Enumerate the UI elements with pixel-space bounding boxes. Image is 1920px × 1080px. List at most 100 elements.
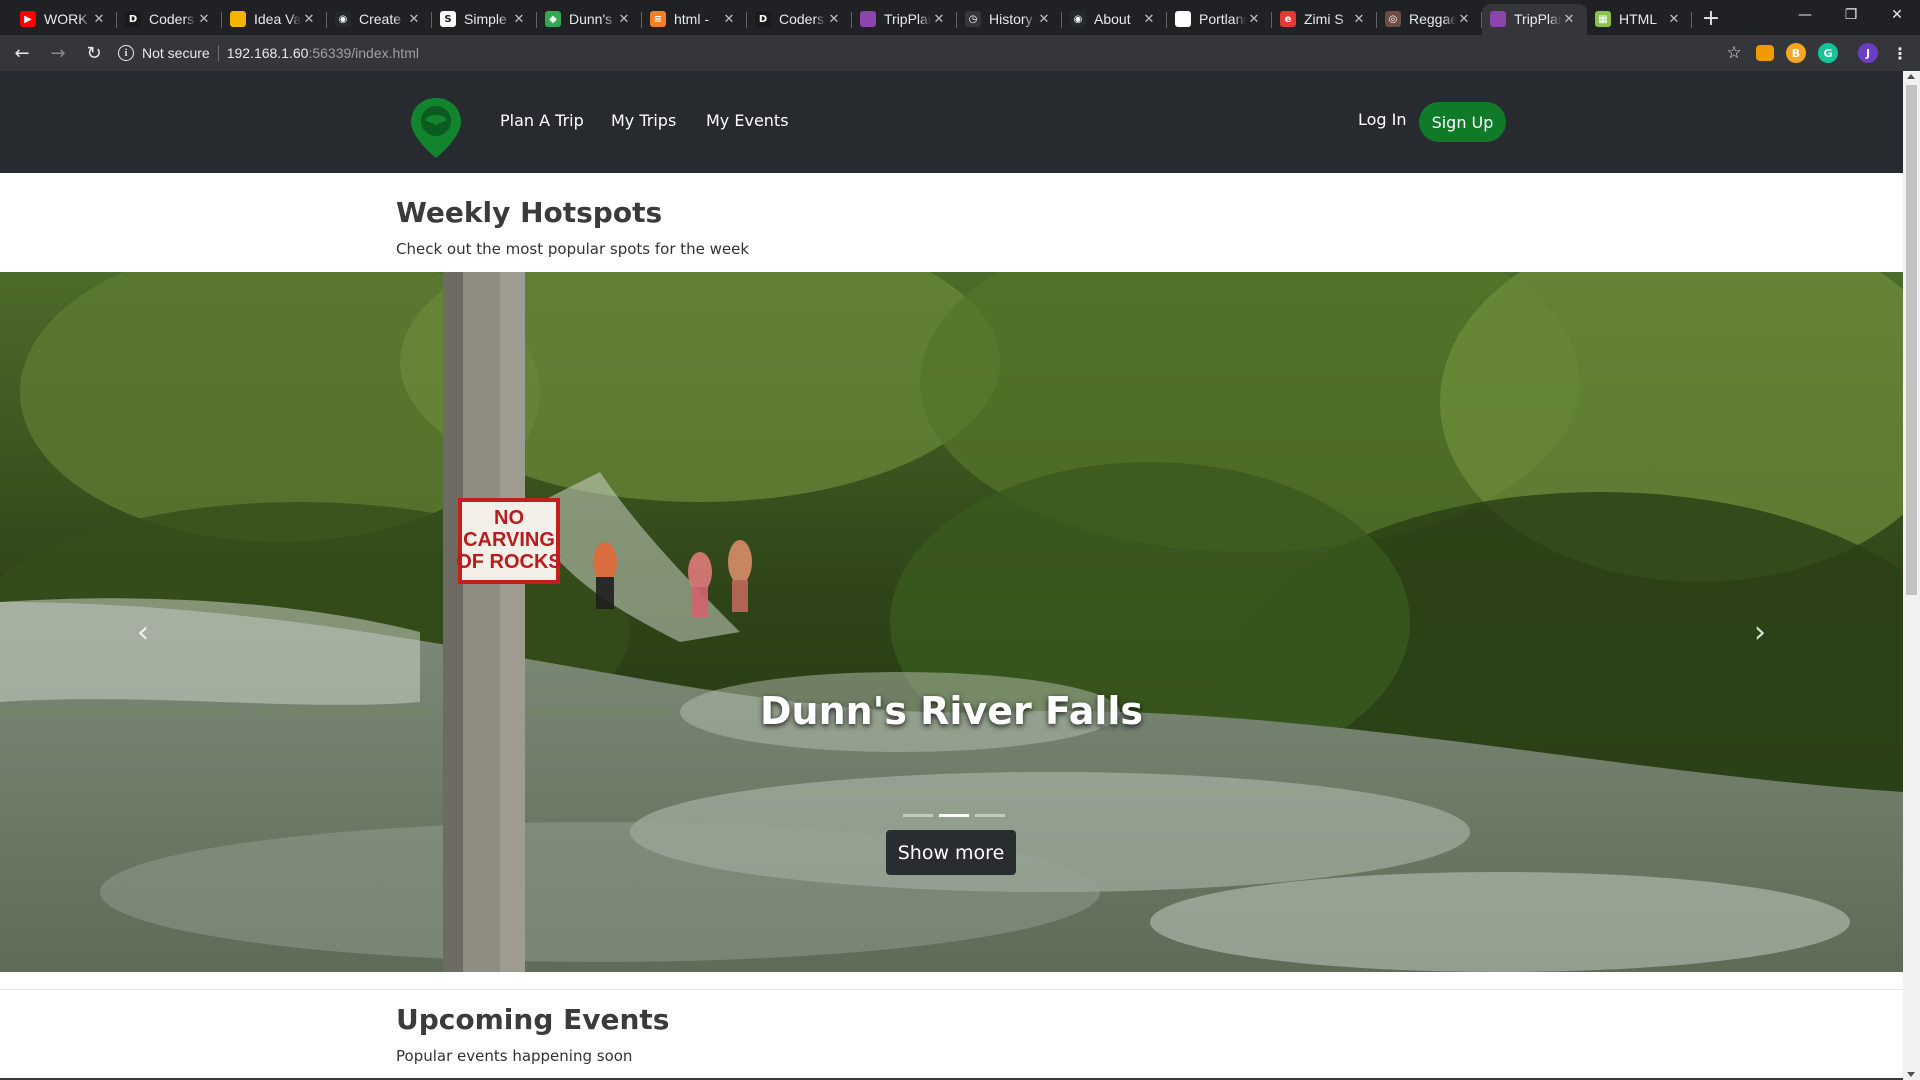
page-scrollbar[interactable]	[1903, 71, 1920, 1080]
extension-shopping-icon[interactable]	[1756, 45, 1774, 61]
browser-tab[interactable]: ◷ History ✕	[957, 4, 1062, 35]
browser-tab[interactable]: ≡ html - ✕	[642, 4, 747, 35]
tab-title: Portland	[1199, 11, 1246, 27]
sheet-icon: ▦	[1595, 11, 1611, 27]
tab-close-icon[interactable]: ✕	[931, 11, 947, 27]
tab-title: Dunn's	[569, 11, 613, 27]
nav-my-events[interactable]: My Events	[706, 111, 789, 130]
scroll-up-icon[interactable]	[1907, 74, 1915, 79]
carousel-next-icon[interactable]: ›	[1745, 612, 1775, 652]
tab-title: Reggae	[1409, 11, 1456, 27]
tab-close-icon[interactable]: ✕	[1666, 11, 1682, 27]
minimize-icon[interactable]: —	[1782, 0, 1828, 30]
tab-close-icon[interactable]: ✕	[196, 11, 212, 27]
tab-close-icon[interactable]: ✕	[91, 11, 107, 27]
browser-tab[interactable]: e Zimi S ✕	[1272, 4, 1377, 35]
hotspots-subtitle: Check out the most popular spots for the…	[396, 240, 750, 258]
nav-my-trips[interactable]: My Trips	[611, 111, 676, 130]
carousel-indicator[interactable]	[903, 814, 933, 817]
tab-title: Coders	[149, 11, 195, 27]
tab-title: Zimi S	[1304, 11, 1344, 27]
tab-close-icon[interactable]: ✕	[1246, 11, 1262, 27]
new-tab-icon[interactable]: +	[1696, 4, 1726, 34]
window-controls: — ❐ ✕	[1782, 0, 1920, 30]
browser-tab[interactable]: TripPlanner✕	[852, 4, 957, 35]
tab-close-icon[interactable]: ✕	[511, 11, 527, 27]
tab-close-icon[interactable]: ✕	[826, 11, 842, 27]
forward-arrow-icon[interactable]: →	[44, 39, 72, 67]
tab-close-icon[interactable]: ✕	[1561, 11, 1577, 27]
browser-tab-strip: ▶WORK✕DCoders✕Idea Vault✕◉Create✕SSimple…	[0, 0, 1920, 35]
bookmark-star-icon[interactable]: ☆	[1724, 43, 1744, 63]
tab-close-icon[interactable]: ✕	[721, 11, 737, 27]
reggae-icon: ◎	[1385, 11, 1401, 27]
no-carving-sign: NO CARVING OF ROCKS	[456, 498, 562, 584]
carousel-prev-icon[interactable]: ‹	[128, 612, 158, 652]
security-label: Not secure	[142, 45, 210, 61]
browser-tab[interactable]: ◆ Dunn's ✕	[537, 4, 642, 35]
url-host: 192.168.1.60	[226, 45, 309, 61]
browser-tab[interactable]: ◉ About ✕	[1062, 4, 1167, 35]
restore-icon[interactable]: ❐	[1828, 0, 1874, 30]
page-viewport: Plan A Trip My Trips My Events Log In Si…	[0, 71, 1903, 1080]
tab-close-icon[interactable]: ✕	[406, 11, 422, 27]
tab-close-icon[interactable]: ✕	[1141, 11, 1157, 27]
maps-icon: ◆	[545, 11, 561, 27]
browser-tab[interactable]: ▶ WORK ✕	[12, 4, 117, 35]
section-divider	[0, 989, 1903, 990]
address-bar[interactable]: i Not secure 192.168.1.60:56339/index.ht…	[118, 39, 1712, 67]
browser-tab[interactable]: S Simple ✕	[432, 4, 537, 35]
tab-title: Create	[359, 11, 402, 27]
profile-avatar-icon[interactable]: J	[1858, 43, 1878, 63]
tab-title: WORK	[44, 11, 88, 27]
tab-close-icon[interactable]: ✕	[1456, 11, 1472, 27]
github-icon: ◉	[1070, 11, 1086, 27]
events-subtitle: Popular events happening soon	[396, 1047, 633, 1065]
reload-icon[interactable]: ↻	[80, 39, 108, 67]
dev-icon: D	[125, 11, 141, 27]
login-link[interactable]: Log In	[1358, 110, 1407, 129]
scroll-down-icon[interactable]	[1907, 1072, 1915, 1077]
browser-tab[interactable]: Idea Vault✕	[222, 4, 327, 35]
carousel-indicator[interactable]	[939, 814, 969, 817]
carousel-indicator[interactable]	[975, 814, 1005, 817]
tab-close-icon[interactable]: ✕	[1351, 11, 1367, 27]
hotspots-carousel: NO CARVING OF ROCKS ‹ › Dunn's River Fal…	[0, 272, 1903, 972]
show-more-button[interactable]: Show more	[886, 830, 1016, 875]
tab-close-icon[interactable]: ✕	[1036, 11, 1052, 27]
browser-tab[interactable]: TripPlanner✕	[1482, 3, 1587, 35]
tab-close-icon[interactable]: ✕	[301, 11, 317, 27]
doc-icon	[1175, 11, 1191, 27]
info-icon[interactable]: i	[118, 45, 134, 61]
tab-list: ▶WORK✕DCoders✕Idea Vault✕◉Create✕SSimple…	[0, 0, 1726, 35]
tab-title: About	[1094, 11, 1131, 27]
browser-tab[interactable]: D Coders ✕	[117, 4, 222, 35]
tab-title: Simple	[464, 11, 507, 27]
close-window-icon[interactable]: ✕	[1874, 0, 1920, 30]
tab-title: TripPlanner	[884, 11, 931, 27]
sign-line-2: CARVING	[463, 529, 555, 551]
url-path: :56339/index.html	[308, 45, 419, 61]
e-icon: e	[1280, 11, 1296, 27]
browser-tab[interactable]: ◉ Create ✕	[327, 4, 432, 35]
scroll-thumb[interactable]	[1906, 85, 1917, 595]
tab-title: Coders	[779, 11, 825, 27]
back-arrow-icon[interactable]: ←	[8, 39, 36, 67]
nav-plan-a-trip[interactable]: Plan A Trip	[500, 111, 584, 130]
extension-b-icon[interactable]: B	[1786, 43, 1806, 63]
extensions-area: ☆ B G J ⋮	[1712, 43, 1910, 63]
map-pin-logo-icon[interactable]	[409, 96, 463, 160]
site-navbar: Plan A Trip My Trips My Events Log In Si…	[0, 71, 1903, 173]
menu-kebab-icon[interactable]: ⋮	[1890, 43, 1910, 63]
slides-icon	[230, 11, 246, 27]
extension-grammarly-icon[interactable]: G	[1818, 43, 1838, 63]
browser-tab[interactable]: ▦ HTML ✕	[1587, 4, 1692, 35]
signup-button[interactable]: Sign Up	[1419, 102, 1506, 142]
tab-title: html -	[674, 11, 709, 27]
browser-tab[interactable]: ◎ Reggae ✕	[1377, 4, 1482, 35]
history-icon: ◷	[965, 11, 981, 27]
browser-tab[interactable]: Portland ✕	[1167, 4, 1272, 35]
browser-tab[interactable]: D Coders ✕	[747, 4, 852, 35]
site-icon: S	[440, 11, 456, 27]
tab-close-icon[interactable]: ✕	[616, 11, 632, 27]
